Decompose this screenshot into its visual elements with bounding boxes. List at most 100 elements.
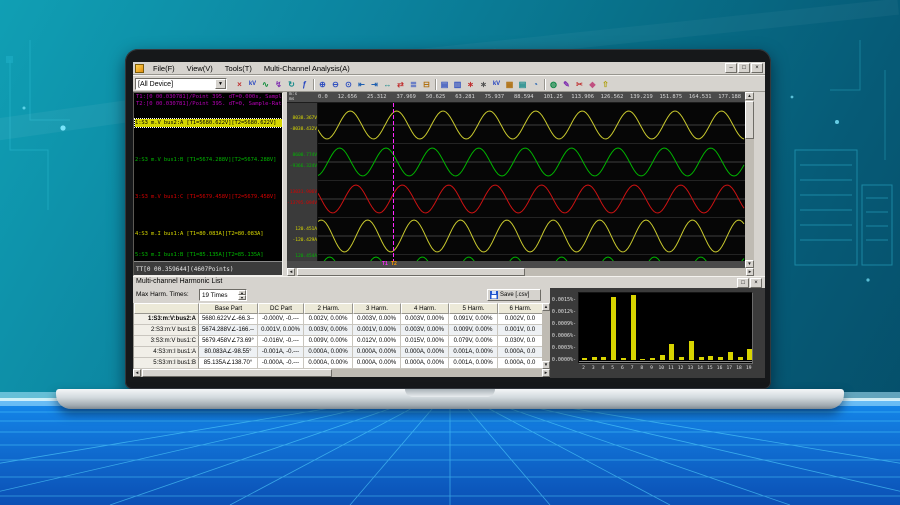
scroll-up-icon[interactable]: ▲ <box>542 303 550 311</box>
device-selector[interactable]: [All Device] ▼ <box>135 78 227 90</box>
cut-icon[interactable]: ✂ <box>573 78 586 91</box>
waveform-v-scrollbar[interactable]: ▲ ▼ <box>745 92 754 268</box>
list-view-icon[interactable]: ▤ <box>438 78 451 91</box>
chevron-down-icon[interactable]: ▼ <box>215 79 226 89</box>
pane-close-button[interactable]: × <box>750 278 762 288</box>
harmonic-bar <box>747 349 752 360</box>
zoom-out-icon[interactable]: ⊖ <box>329 78 342 91</box>
channel-item-1[interactable]: 1:S3 m.V bus2:A [T1=5680.622V][T2=5680.6… <box>134 118 282 128</box>
building-silhouettes <box>794 149 893 266</box>
table-row[interactable]: 4:S3:m:I bus1:A 80.083A∠-98.55° -0.001A, -… <box>134 347 543 358</box>
scroll-down-icon[interactable]: ▼ <box>542 361 550 369</box>
table-v-scrollbar[interactable]: ▲ ▼ <box>542 303 550 369</box>
zoom-reset-icon[interactable]: ⊙ <box>342 78 355 91</box>
edit-icon[interactable]: ✎ <box>560 78 573 91</box>
waveform-plot[interactable] <box>318 103 745 261</box>
analysis-icon[interactable]: ∗ <box>464 78 477 91</box>
sheet-icon[interactable]: ▤ <box>516 78 529 91</box>
time-tick: 113.906 <box>571 94 594 100</box>
spin-down-icon[interactable]: ▼ <box>238 295 246 300</box>
scale-min-ch1: -8038.432V <box>289 127 317 132</box>
cursor-t1-tag[interactable]: T1 <box>382 261 388 268</box>
kv-scale-icon[interactable]: kV <box>246 78 259 91</box>
overlay-channels-icon[interactable]: ⊟ <box>420 78 433 91</box>
harmonic-bar <box>591 357 597 360</box>
channel-item-2[interactable]: 2:S3 m.V bus1:B [T1=5674.288V][T2=5674.2… <box>135 156 282 164</box>
h-scroll-thumb[interactable] <box>297 268 525 276</box>
kv-report-icon[interactable]: kV <box>490 78 503 91</box>
close-channel-icon[interactable]: × <box>233 78 246 91</box>
app-window: File(F) View(V) Tools(T) Multi-Channel Anal… <box>133 62 765 378</box>
scale-max-ch2: 8600.774V <box>292 153 318 158</box>
stack-channels-icon[interactable]: ≣ <box>407 78 420 91</box>
vector-diagram-icon[interactable]: ↯ <box>272 78 285 91</box>
window-close-button[interactable]: × <box>751 63 763 73</box>
max-harm-spinner[interactable]: 19 Times ▲ ▼ <box>199 289 247 301</box>
detail-list-icon[interactable]: ▥ <box>451 78 464 91</box>
cursor-t2-tag[interactable]: T2 <box>391 261 397 268</box>
save-csv-button[interactable]: Save [.csv] <box>487 289 541 301</box>
harmonic-bar <box>669 344 675 360</box>
v-scroll-thumb[interactable] <box>745 101 754 139</box>
waveform-canvas <box>318 103 745 261</box>
time-tick: 164.531 <box>688 94 712 100</box>
harmonic-analysis-icon[interactable]: ∗ <box>477 78 490 91</box>
channel-item-3[interactable]: 3:S3 m.V bus1:C [T1=5679.458V][T2=5679.4… <box>135 193 282 201</box>
clock-icon[interactable]: ◔ <box>529 78 542 91</box>
harmonic-cell: 0.000A, 0.00% <box>401 347 449 358</box>
function-icon[interactable]: ƒ <box>298 78 311 91</box>
swap-icon[interactable]: ⇄ <box>394 78 407 91</box>
harmonic-bar <box>620 358 626 360</box>
waveform-h-scrollbar[interactable]: ◄ ► <box>287 268 754 276</box>
channel-item-4[interactable]: 4:S3 m.I bus1:A [T1=80.083A][T2=80.083A] <box>135 230 282 238</box>
scroll-right-icon[interactable]: ► <box>542 369 550 377</box>
harmonic-bar <box>582 358 587 360</box>
table-report-icon[interactable]: ▦ <box>503 78 516 91</box>
scroll-left-icon[interactable]: ◄ <box>133 369 141 377</box>
scroll-right-icon[interactable]: ► <box>746 268 754 276</box>
row-label: 2:S3:m:V bus1:B <box>134 325 199 336</box>
harmonic-cell: 5679.458V∠73.69° <box>199 336 258 347</box>
app-icon <box>135 64 144 73</box>
harmonic-pane-title: Multi-channel Harmonic List <box>136 278 223 285</box>
zoom-in-icon[interactable]: ⊕ <box>316 78 329 91</box>
window-restore-button[interactable]: □ <box>738 63 750 73</box>
settings-icon[interactable]: ◆ <box>586 78 599 91</box>
column-header <box>134 303 199 314</box>
time-tick: 75.937 <box>484 94 505 100</box>
globe-icon[interactable]: ◍ <box>547 78 560 91</box>
table-row[interactable]: 2:S3:m:V bus1:B 5674.288V∠-166.-- 0.001V, … <box>134 325 543 336</box>
h-scroll-thumb[interactable] <box>142 369 332 377</box>
menu-item-multi-channel-analysis[interactable]: Multi-Channel Analysis(A) <box>258 62 356 75</box>
column-header: 2 Harm. <box>304 303 353 314</box>
table-row[interactable]: 1:S3:m:V:bus2:A 5680.622V∠-66.3-- -0.000V,… <box>134 314 543 325</box>
pan-left-icon[interactable]: ⇤ <box>355 78 368 91</box>
expand-horizontal-icon[interactable]: ↔ <box>381 78 394 91</box>
menu-item-tools[interactable]: Tools(T) <box>219 62 258 75</box>
channel-item-5[interactable]: 5:S3 m.I bus1:B [T1=85.135A][T2=85.135A] <box>135 251 282 259</box>
chart-x-label: 16 <box>716 366 723 371</box>
window-minimize-button[interactable]: – <box>725 63 737 73</box>
scroll-up-icon[interactable]: ▲ <box>745 92 754 100</box>
pane-restore-button[interactable]: □ <box>737 278 749 288</box>
max-harm-label: Max Harm. Times: <box>136 291 189 298</box>
scroll-left-icon[interactable]: ◄ <box>287 268 295 276</box>
chart-x-label: 13 <box>687 366 694 371</box>
pan-right-icon[interactable]: ⇥ <box>368 78 381 91</box>
table-row[interactable]: 5:S3:m:I bus1:B 85.135A∠138.70° -0.000A, -… <box>134 358 543 369</box>
harmonic-cell: 0.079V, 0.00% <box>449 336 498 347</box>
menu-items: File(F) View(V) Tools(T) Multi-Channel Anal… <box>147 62 356 75</box>
menu-item-view[interactable]: View(V) <box>181 62 219 75</box>
menu-item-file[interactable]: File(F) <box>147 62 181 75</box>
refresh-icon[interactable]: ↻ <box>285 78 298 91</box>
export-icon[interactable]: ⇧ <box>599 78 612 91</box>
table-row[interactable]: 3:S3:m:V bus1:C 5679.458V∠73.69° -0.016V, … <box>134 336 543 347</box>
table-h-scrollbar[interactable]: ◄ ► <box>133 369 550 377</box>
wave-display-icon[interactable]: ∿ <box>259 78 272 91</box>
menu-bar: File(F) View(V) Tools(T) Multi-Channel Anal… <box>133 62 765 75</box>
harmonic-pane: Multi-channel Harmonic List □ × Max Harm.… <box>133 276 765 378</box>
time-tick: 63.281 <box>455 94 475 100</box>
scroll-down-icon[interactable]: ▼ <box>745 260 754 268</box>
page-background: File(F) View(V) Tools(T) Multi-Channel Anal… <box>0 0 900 505</box>
harmonic-cell: 0.002V, 0.00% <box>304 314 353 325</box>
